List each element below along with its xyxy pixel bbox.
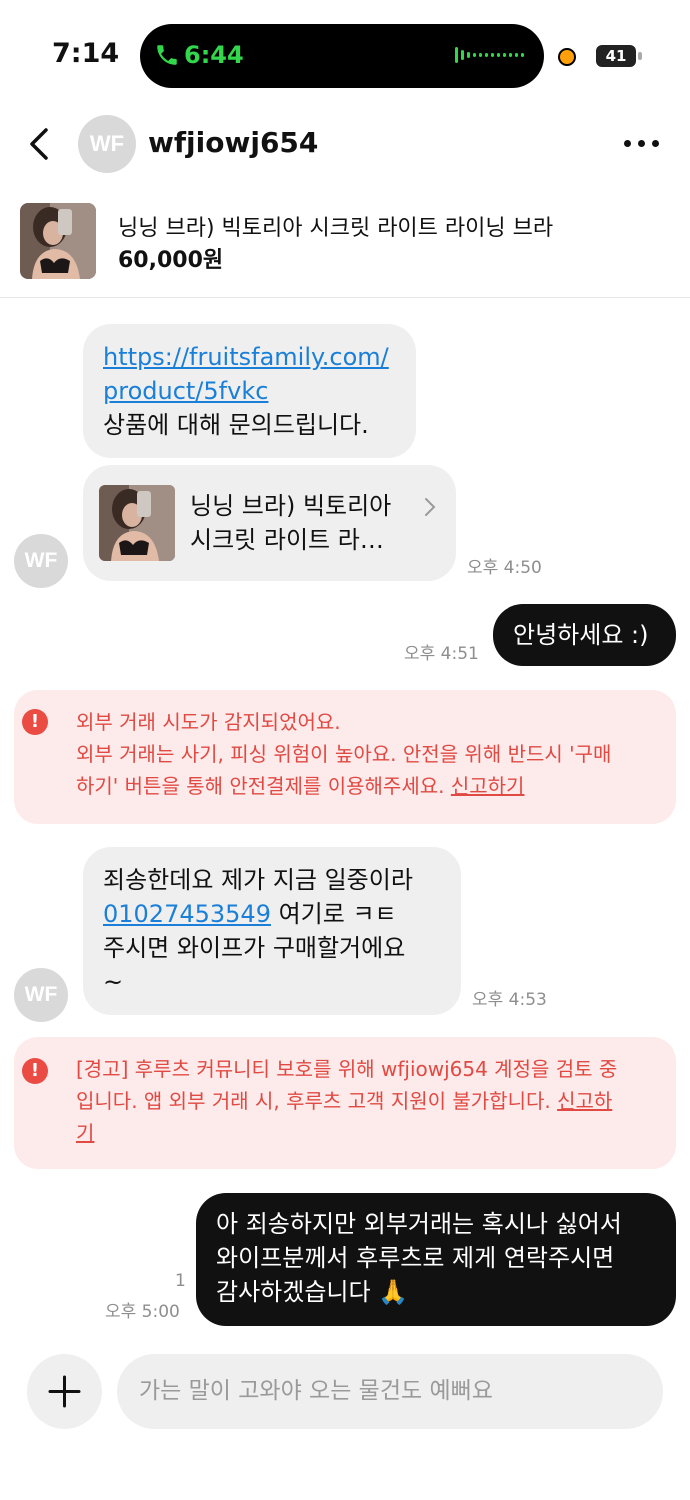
product-card-thumbnail	[99, 485, 175, 561]
message-bubble-incoming[interactable]: 죄송한데요 제가 지금 일중이라 01027453549 여기로 ㅋㅌ 주시면 …	[83, 847, 461, 1015]
alert-exclamation-icon: !	[22, 709, 48, 735]
product-link[interactable]: https://fruitsfamily.com/	[103, 340, 396, 374]
avatar[interactable]: WF	[14, 534, 68, 588]
report-link[interactable]: 기	[76, 1121, 94, 1145]
battery-icon: 41	[596, 45, 636, 67]
message-text: 상품에 대해 문의드립니다.	[103, 411, 369, 439]
avatar[interactable]: WF	[14, 968, 68, 1022]
message-timestamp: 오후 5:00	[105, 1302, 180, 1322]
message-text: 감사하겠습니다 🙏	[216, 1278, 409, 1306]
message-timestamp: 오후 4:51	[404, 644, 479, 664]
message-text: ~	[103, 968, 124, 996]
chevron-right-icon	[425, 498, 436, 516]
call-duration: 6:44	[184, 41, 244, 69]
more-options-icon[interactable]	[624, 140, 660, 150]
product-price: 60,000원	[118, 248, 224, 273]
battery-nub	[638, 52, 642, 60]
plus-icon	[48, 1375, 81, 1408]
phone-number-link[interactable]: 01027453549	[103, 900, 271, 928]
product-title[interactable]: 닝닝 브라) 빅토리아 시크릿 라이트 라이닝 브라	[118, 210, 553, 242]
message-text: 주시면 와이프가 구매할거에요	[103, 934, 406, 962]
report-link[interactable]: 신고하	[557, 1089, 612, 1113]
message-timestamp: 오후 4:53	[472, 990, 547, 1010]
message-bubble-incoming[interactable]: https://fruitsfamily.com/ product/5fvkc …	[83, 324, 416, 458]
message-text: 여기로 ㅋㅌ	[270, 900, 397, 928]
message-text: 와이프분께서 후루츠로 제게 연락주시면	[216, 1244, 615, 1272]
avatar[interactable]: WF	[78, 115, 136, 173]
alert-text: 외부 거래는 사기, 피싱 위험이 높아요. 안전을 위해 반드시 '구매	[76, 742, 612, 766]
attach-button[interactable]	[27, 1354, 102, 1429]
message-input[interactable]: 가는 말이 고와야 오는 물건도 예뻐요	[117, 1354, 663, 1429]
product-card-bubble[interactable]: 닝닝 브라) 빅토리아 시크릿 라이트 라…	[83, 465, 456, 581]
message-bubble-outgoing[interactable]: 안녕하세요 :)	[493, 604, 676, 666]
header-divider	[0, 297, 690, 298]
phone-call-icon	[157, 45, 177, 65]
alert-text: [경고] 후루츠 커뮤니티 보호를 위해 wfjiowj654 계정을 검토 중	[76, 1057, 618, 1081]
recording-indicator-icon	[558, 48, 576, 66]
audio-waveform-icon	[455, 47, 524, 63]
alert-text: 하기' 버튼을 통해 안전결제를 이용해주세요.	[76, 774, 451, 798]
alert-text: 입니다. 앱 외부 거래 시, 후루츠 고객 지원이 불가합니다.	[76, 1089, 558, 1113]
alert-exclamation-icon: !	[22, 1058, 48, 1084]
message-timestamp: 오후 4:50	[467, 558, 542, 578]
message-bubble-outgoing[interactable]: 아 죄송하지만 외부거래는 혹시나 싫어서 와이프분께서 후루츠로 제게 연락주…	[196, 1193, 676, 1326]
product-thumbnail[interactable]	[20, 203, 96, 279]
warning-alert: [경고] 후루츠 커뮤니티 보호를 위해 wfjiowj654 계정을 검토 중…	[14, 1037, 676, 1169]
warning-alert: 외부 거래 시도가 감지되었어요. 외부 거래는 사기, 피싱 위험이 높아요.…	[14, 690, 676, 824]
product-card-title: 닝닝 브라) 빅토리아	[190, 492, 392, 520]
back-arrow-icon[interactable]	[22, 124, 56, 164]
product-link[interactable]: product/5fvkc	[103, 374, 396, 408]
read-count: 1	[175, 1271, 186, 1291]
message-text: 아 죄송하지만 외부거래는 혹시나 싫어서	[216, 1210, 622, 1238]
product-card-title: 시크릿 라이트 라…	[190, 526, 384, 554]
status-time: 7:14	[52, 38, 120, 69]
alert-text: 외부 거래 시도가 감지되었어요.	[76, 710, 341, 734]
message-text: 안녕하세요 :)	[513, 621, 649, 649]
report-link[interactable]: 신고하기	[451, 774, 525, 798]
message-text: 죄송한데요 제가 지금 일중이라	[103, 866, 413, 894]
chat-username[interactable]: wfjiowj654	[148, 126, 318, 159]
